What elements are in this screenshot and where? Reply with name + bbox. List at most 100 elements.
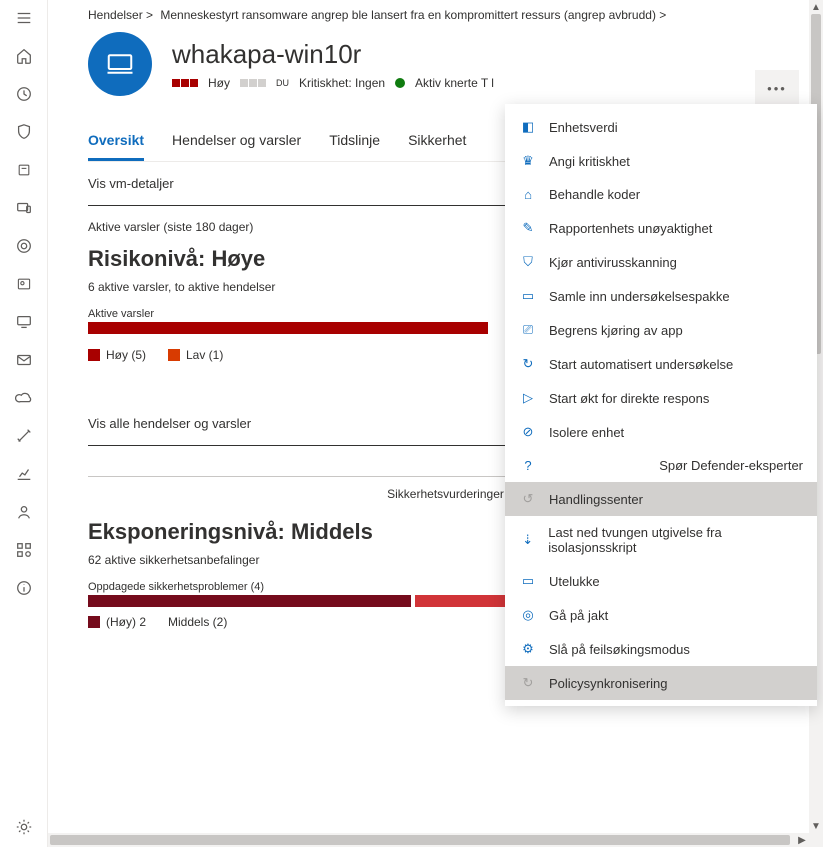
menu-live-response[interactable]: ▷ Start økt for direkte respons xyxy=(505,381,817,415)
play-icon: ▷ xyxy=(519,390,537,406)
menu-label: Last ned tvungen utgivelse fra isolasjon… xyxy=(548,525,803,555)
refresh-icon: ↻ xyxy=(519,356,537,372)
report-icon: ✎ xyxy=(519,220,537,236)
legend-color-high xyxy=(88,349,100,361)
risk-indicator xyxy=(172,79,198,87)
devices-icon[interactable] xyxy=(14,198,34,218)
legend-color-low xyxy=(168,349,180,361)
menu-policy-sync[interactable]: ↻ Policysynkronisering xyxy=(505,666,817,700)
home-icon[interactable] xyxy=(14,46,34,66)
menu-run-av-scan[interactable]: ⛉ Kjør antivirusskanning xyxy=(505,245,817,279)
legend-high: Høy (5) xyxy=(106,348,146,362)
hamburger-icon[interactable] xyxy=(14,8,34,28)
endpoint-icon[interactable] xyxy=(14,312,34,332)
menu-label: Samle inn undersøkelsespakke xyxy=(549,289,730,304)
menu-label: Start økt for direkte respons xyxy=(549,391,709,406)
contact-icon[interactable] xyxy=(14,274,34,294)
target-icon: ◎ xyxy=(519,607,537,623)
menu-action-center[interactable]: ↺ Handlingssenter xyxy=(505,482,817,516)
menu-label: Handlingssenter xyxy=(549,492,643,507)
badge-icon[interactable] xyxy=(14,236,34,256)
menu-exclude[interactable]: ▭Utelukke xyxy=(505,564,817,598)
sync-icon: ↻ xyxy=(519,675,537,691)
menu-label: Policysynkronisering xyxy=(549,676,668,691)
menu-collect-package[interactable]: ▭ Samle inn undersøkelsespakke xyxy=(505,279,817,313)
shield-icon: ⛉ xyxy=(519,254,537,270)
tag-icon: ⌂ xyxy=(519,187,537,202)
user-icon[interactable] xyxy=(14,502,34,522)
menu-download-script[interactable]: ⇣ Last ned tvungen utgivelse fra isolasjo… xyxy=(505,516,817,564)
status-dot-icon xyxy=(395,78,405,88)
device-avatar-icon xyxy=(88,32,152,96)
breadcrumb-item[interactable]: Hendelser > xyxy=(88,8,153,22)
question-icon: ? xyxy=(519,458,537,473)
main-content: Hendelser > Menneskestyrt ransomware ang… xyxy=(48,0,823,847)
restrict-icon: ⎚ xyxy=(519,322,537,338)
breadcrumb-item[interactable]: Menneskestyrt ransomware angrep ble lans… xyxy=(160,8,666,22)
menu-go-hunt[interactable]: ◎ Gå på jakt xyxy=(505,598,817,632)
menu-label: Behandle koder xyxy=(549,187,640,202)
menu-label: Spør Defender-eksperter xyxy=(659,458,803,473)
chart-icon[interactable] xyxy=(14,464,34,484)
exposure-bar xyxy=(88,595,518,607)
cloud-icon[interactable] xyxy=(14,388,34,408)
value-icon: ◧ xyxy=(519,119,537,135)
clock-icon[interactable] xyxy=(14,84,34,104)
du-badge: DU xyxy=(276,78,289,88)
menu-label: Start automatisert undersøkelse xyxy=(549,357,733,372)
menu-label: Isolere enhet xyxy=(549,425,624,440)
exposure-legend-b: Middels (2) xyxy=(168,615,227,629)
download-icon: ⇣ xyxy=(519,532,536,548)
menu-restrict-app[interactable]: ⎚ Begrens kjøring av app xyxy=(505,313,817,347)
crown-icon: ♛ xyxy=(519,153,537,169)
menu-start-investigation[interactable]: ↻ Start automatisert undersøkelse xyxy=(505,347,817,381)
mail-icon[interactable] xyxy=(14,350,34,370)
scroll-down-icon[interactable]: ▼ xyxy=(809,819,823,833)
menu-label: Begrens kjøring av app xyxy=(549,323,683,338)
more-actions-button[interactable]: ••• xyxy=(755,70,799,106)
history-icon: ↺ xyxy=(519,491,537,507)
risk-label: Høy xyxy=(208,76,230,90)
menu-report-inaccuracy[interactable]: ✎ Rapportenhets unøyaktighet xyxy=(505,211,817,245)
tab-timeline[interactable]: Tidslinje xyxy=(329,124,380,161)
menu-set-criticality[interactable]: ♛ Angi kritiskhet xyxy=(505,144,817,178)
menu-device-value[interactable]: ◧ Enhetsverdi xyxy=(505,110,817,144)
wand-icon[interactable] xyxy=(14,426,34,446)
tab-security[interactable]: Sikkerhet xyxy=(408,124,466,161)
menu-label: Gå på jakt xyxy=(549,608,608,623)
horizontal-scrollbar[interactable]: ◀ ▶ xyxy=(48,833,809,847)
tab-overview[interactable]: Oversikt xyxy=(88,124,144,161)
device-name: whakapa-win10r xyxy=(172,39,494,70)
menu-label: Rapportenhets unøyaktighet xyxy=(549,221,712,236)
legend-low: Lav (1) xyxy=(186,348,223,362)
legend-color-a xyxy=(88,616,100,628)
scroll-up-icon[interactable]: ▲ xyxy=(809,0,823,14)
actions-dropdown: ◧ Enhetsverdi ♛ Angi kritiskhet ⌂ Behandle … xyxy=(505,104,817,706)
info-icon[interactable] xyxy=(14,578,34,598)
menu-label: Angi kritiskhet xyxy=(549,154,630,169)
menu-label: Kjør antivirusskanning xyxy=(549,255,677,270)
block-icon: ⊘ xyxy=(519,424,537,440)
shield-icon[interactable] xyxy=(14,122,34,142)
menu-troubleshoot-mode[interactable]: ⚙ Slå på feilsøkingsmodus xyxy=(505,632,817,666)
status-text: Aktiv knerte T l xyxy=(415,76,494,90)
menu-label: Enhetsverdi xyxy=(549,120,618,135)
package-icon[interactable] xyxy=(14,160,34,180)
scroll-right-icon[interactable]: ▶ xyxy=(795,833,809,847)
menu-ask-experts[interactable]: ? Spør Defender-eksperter xyxy=(505,449,817,482)
menu-manage-tags[interactable]: ⌂ Behandle koder xyxy=(505,178,817,211)
alerts-bar xyxy=(88,322,488,334)
tab-events[interactable]: Hendelser og varsler xyxy=(172,124,301,161)
device-status-line: Høy DU Kritiskhet: Ingen Aktiv knerte T … xyxy=(172,76,494,90)
exposure-legend-a: (Høy) 2 xyxy=(106,615,146,629)
monitor-icon: ▭ xyxy=(519,573,537,589)
settings-icon[interactable] xyxy=(14,817,34,837)
package-icon: ▭ xyxy=(519,288,537,304)
scroll-thumb[interactable] xyxy=(50,835,790,845)
breadcrumb[interactable]: Hendelser > Menneskestyrt ransomware ang… xyxy=(88,8,803,22)
menu-isolate-device[interactable]: ⊘ Isolere enhet xyxy=(505,415,817,449)
apps-icon[interactable] xyxy=(14,540,34,560)
menu-label: Slå på feilsøkingsmodus xyxy=(549,642,690,657)
exposure-indicator xyxy=(240,79,266,87)
sliders-icon: ⚙ xyxy=(519,641,537,657)
